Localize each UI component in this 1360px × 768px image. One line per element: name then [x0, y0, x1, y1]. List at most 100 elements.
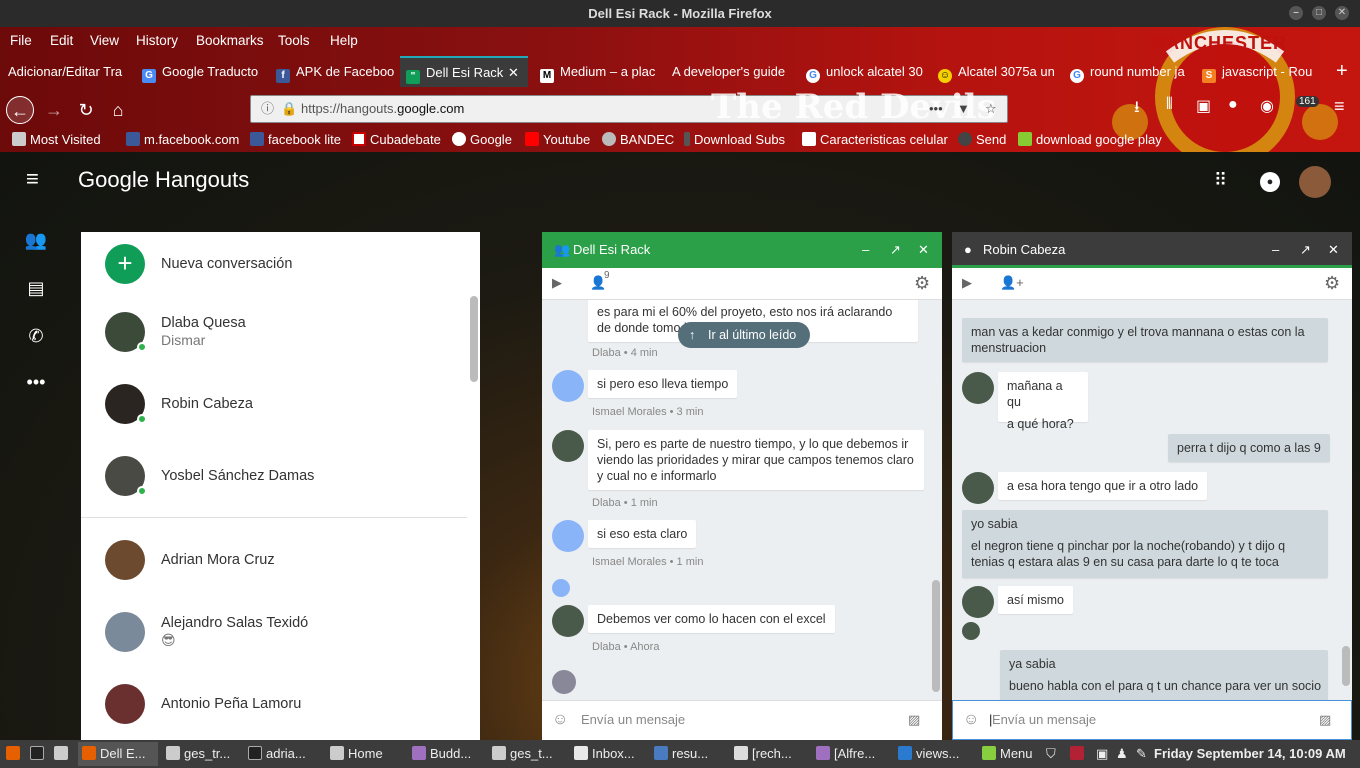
- phone-icon[interactable]: ✆: [24, 326, 48, 350]
- add-person-icon[interactable]: 👤+: [1000, 275, 1024, 291]
- tab-alcatel-3075a[interactable]: ☺ Alcatel 3075a un: [932, 56, 1060, 87]
- launcher-terminal-icon[interactable]: [26, 742, 48, 766]
- back-arrow-icon[interactable]: ←: [6, 96, 34, 124]
- conversation-list-scrollbar[interactable]: [470, 296, 478, 382]
- task-rech[interactable]: [rech...: [730, 742, 810, 766]
- extension-color-icon[interactable]: ◉: [1260, 96, 1274, 116]
- conversation-item[interactable]: Antonio Peña Lamoru: [81, 668, 467, 740]
- bookmark-most-visited[interactable]: Most Visited: [12, 132, 101, 147]
- minimize-window-button[interactable]: –: [1289, 6, 1303, 20]
- conversation-item[interactable]: Robin Cabeza: [81, 368, 467, 440]
- tab-medium[interactable]: M Medium – a plac: [534, 56, 662, 87]
- extension-icon[interactable]: ●: [1228, 96, 1238, 114]
- bookmark-caracteristicas[interactable]: Caracteristicas celular: [802, 132, 948, 147]
- user-icon[interactable]: ♟: [1112, 742, 1130, 766]
- pocket-icon[interactable]: ▼: [957, 96, 970, 122]
- tab-javascript-round[interactable]: Sjavascript - Rou: [1196, 56, 1324, 87]
- menu-tools[interactable]: Tools: [278, 33, 310, 48]
- tab-adicionar[interactable]: Adicionar/Editar Tra: [2, 56, 130, 87]
- emoji-icon[interactable]: ☺: [963, 701, 979, 739]
- menu-help[interactable]: Help: [330, 33, 358, 48]
- bookmark-bandec[interactable]: BANDEC: [602, 132, 674, 147]
- task-terminal[interactable]: adria...: [244, 742, 322, 766]
- conversation-item[interactable]: Alejandro Salas Texidó 😎: [81, 596, 467, 668]
- system-clock[interactable]: Friday September 14, 10:09 AM: [1150, 742, 1350, 766]
- notifications-bell-icon[interactable]: ●: [1260, 172, 1280, 192]
- start-menu-button[interactable]: Menu: [978, 742, 1040, 766]
- task-alfre[interactable]: [Alfre...: [812, 742, 890, 766]
- tab-developer-guide[interactable]: A developer's guide: [666, 56, 794, 87]
- settings-gear-icon[interactable]: ⚙: [1324, 273, 1340, 294]
- emoji-icon[interactable]: ☺: [552, 701, 568, 739]
- chat-header[interactable]: 👥 Dell Esi Rack – ↗ ✕: [542, 232, 942, 268]
- jump-to-last-read-button[interactable]: ↑ Ir al último leído: [678, 322, 811, 348]
- menu-history[interactable]: History: [136, 33, 178, 48]
- close-window-button[interactable]: ✕: [1335, 6, 1349, 20]
- close-chat-icon[interactable]: ✕: [918, 232, 929, 268]
- tab-apk-facebook[interactable]: f APK de Faceboo: [270, 56, 396, 87]
- message-input[interactable]: ☺ | Envía un mensaje ▨: [952, 700, 1352, 740]
- popout-chat-icon[interactable]: ↗: [890, 232, 901, 268]
- bookmark-m-facebook[interactable]: m.facebook.com: [126, 132, 239, 147]
- message-scrollbar[interactable]: [932, 580, 940, 692]
- new-tab-button[interactable]: +: [1330, 56, 1360, 87]
- tab-round-number[interactable]: Ground number ja: [1064, 56, 1192, 87]
- task-home[interactable]: Home: [326, 742, 404, 766]
- menu-view[interactable]: View: [90, 33, 119, 48]
- messages-icon[interactable]: ▤: [24, 278, 48, 302]
- bookmark-download-subs[interactable]: Download Subs: [684, 132, 785, 147]
- new-conversation-plus-icon[interactable]: +: [105, 244, 145, 284]
- close-tab-icon[interactable]: ✕: [508, 58, 519, 87]
- forward-arrow-icon[interactable]: →: [40, 96, 68, 124]
- menu-file[interactable]: File: [10, 33, 32, 48]
- minimize-chat-icon[interactable]: –: [1272, 232, 1279, 268]
- conversation-item[interactable]: Yosbel Sánchez Damas: [81, 440, 467, 512]
- chat-header[interactable]: ● Robin Cabeza – ↗ ✕: [952, 232, 1352, 268]
- bookmark-star-icon[interactable]: ☆: [985, 96, 997, 122]
- launcher-firefox-icon[interactable]: [2, 742, 24, 766]
- main-menu-icon[interactable]: ≡: [26, 168, 39, 190]
- sidebar-icon[interactable]: ▣: [1196, 96, 1211, 116]
- bookmark-cubadebate[interactable]: Cubadebate: [352, 132, 441, 147]
- tab-unlock-alcatel[interactable]: Gunlock alcatel 30: [800, 56, 928, 87]
- keyboard-layout-flag-icon[interactable]: [1066, 742, 1088, 766]
- bookmark-youtube[interactable]: Youtube: [525, 132, 590, 147]
- new-conversation-button[interactable]: Nueva conversación: [161, 256, 292, 272]
- home-icon[interactable]: ⌂: [104, 96, 132, 124]
- video-call-icon[interactable]: ▶: [552, 275, 562, 291]
- task-ges-t[interactable]: ges_t...: [488, 742, 566, 766]
- tab-google-traductor[interactable]: G Google Traducto: [136, 56, 264, 87]
- bookmark-facebook-lite[interactable]: facebook lite: [250, 132, 341, 147]
- settings-gear-icon[interactable]: ⚙: [914, 273, 930, 294]
- launcher-files-icon[interactable]: [50, 742, 72, 766]
- bookmark-google[interactable]: Google: [452, 132, 512, 147]
- image-attach-icon[interactable]: ▨: [908, 701, 920, 739]
- pen-icon[interactable]: ✎: [1132, 742, 1150, 766]
- address-bar[interactable]: ⓘ 🔒 https://hangouts.google.com The Red …: [250, 90, 1008, 124]
- account-avatar[interactable]: [1299, 166, 1331, 198]
- conversation-item[interactable]: Adrian Mora Cruz: [81, 524, 467, 596]
- shield-icon[interactable]: ⛉: [1042, 742, 1060, 766]
- library-icon[interactable]: ⫴: [1166, 96, 1173, 114]
- menu-bookmarks[interactable]: Bookmarks: [196, 33, 264, 48]
- popout-chat-icon[interactable]: ↗: [1300, 232, 1311, 268]
- notification-badge[interactable]: 161: [1296, 96, 1319, 107]
- task-resu[interactable]: resu...: [650, 742, 728, 766]
- more-options-icon[interactable]: •••: [24, 372, 48, 396]
- info-icon[interactable]: ⓘ: [261, 96, 274, 122]
- task-views[interactable]: views...: [894, 742, 966, 766]
- task-buddy[interactable]: Budd...: [408, 742, 486, 766]
- video-call-icon[interactable]: ▶: [962, 275, 972, 291]
- tab-dell-esi-rack[interactable]: " Dell Esi Rack ✕: [400, 56, 528, 87]
- menu-edit[interactable]: Edit: [50, 33, 73, 48]
- more-actions-icon[interactable]: •••: [929, 96, 943, 122]
- minimize-chat-icon[interactable]: –: [862, 232, 869, 268]
- task-inbox[interactable]: Inbox...: [570, 742, 648, 766]
- bookmark-send[interactable]: Send: [958, 132, 1006, 147]
- maximize-window-button[interactable]: □: [1312, 6, 1326, 20]
- close-chat-icon[interactable]: ✕: [1328, 232, 1339, 268]
- conversation-item[interactable]: Dlaba Quesa Dismar: [81, 296, 467, 368]
- task-ges-tr[interactable]: ges_tr...: [162, 742, 240, 766]
- hamburger-menu-icon[interactable]: ≡: [1334, 96, 1345, 117]
- message-input[interactable]: ☺ Envía un mensaje ▨: [542, 700, 942, 740]
